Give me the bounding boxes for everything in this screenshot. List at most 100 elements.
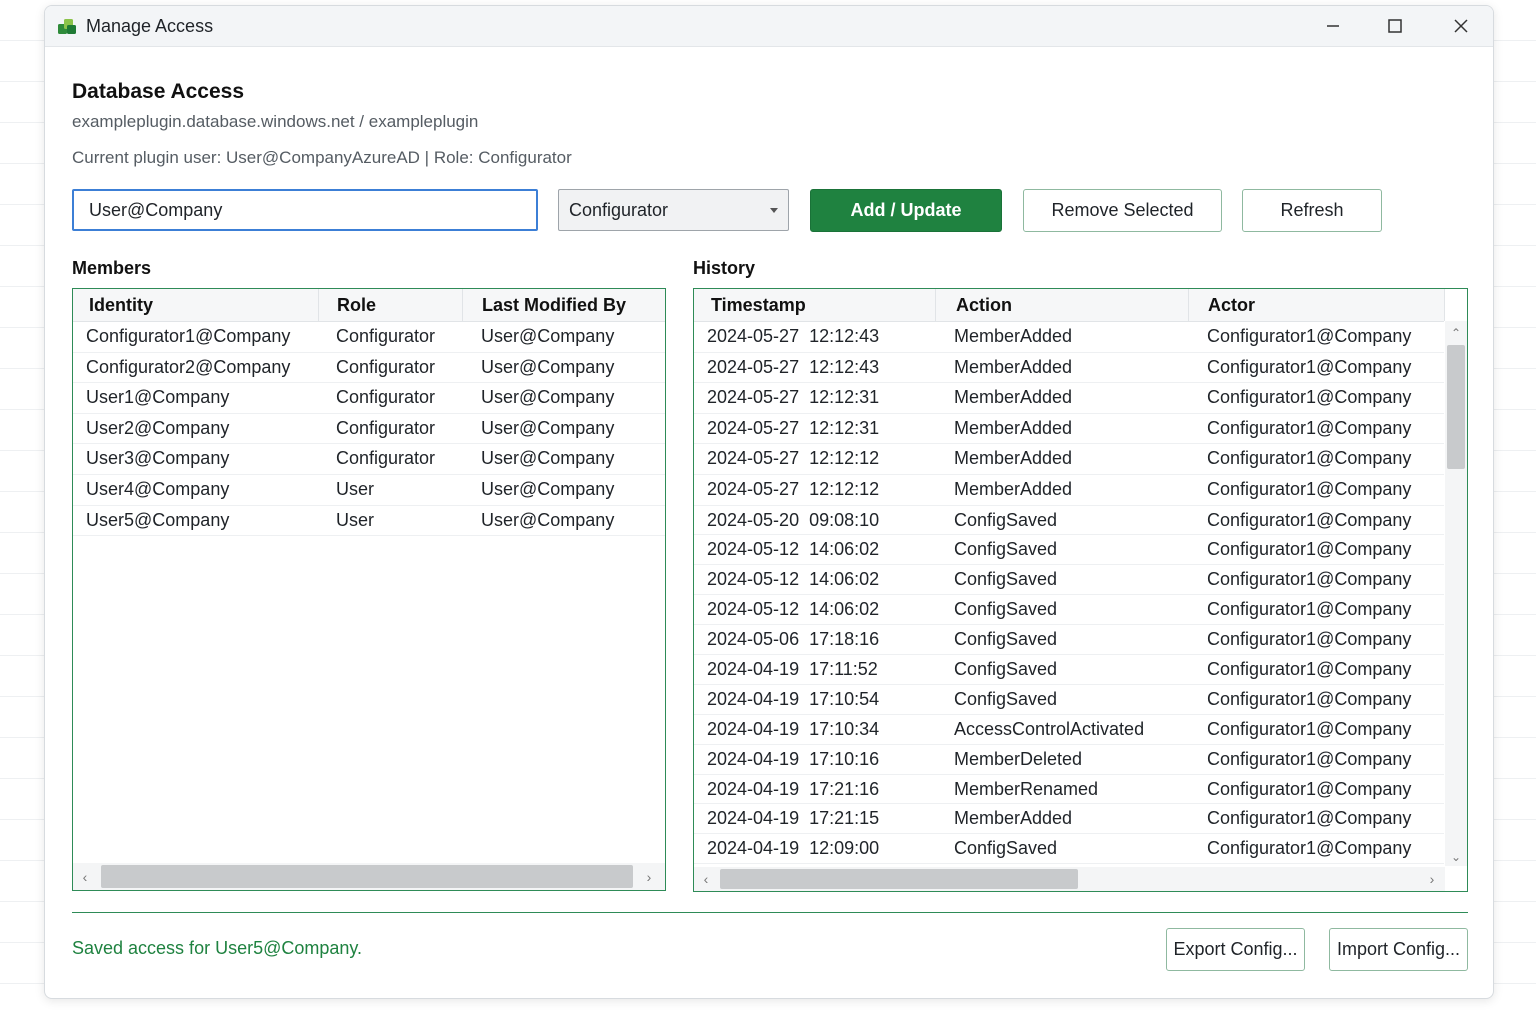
history-actor-cell: Configurator1@Company (1207, 448, 1412, 469)
minimize-button[interactable] (1303, 6, 1363, 46)
members-scroll-thumb[interactable] (101, 865, 633, 888)
member-identity-cell: Configurator1@Company (86, 326, 291, 346)
table-row[interactable]: User4@Company User User@Company (73, 475, 665, 506)
table-row[interactable]: 2024-05-12 14:06:02 ConfigSaved Configurat… (694, 565, 1444, 596)
manage-access-window: Manage Access Database Access exampleplu… (44, 5, 1494, 999)
table-row[interactable]: 2024-05-27 12:12:12 MemberAdded Configurat… (694, 444, 1444, 475)
history-timestamp-cell: 2024-04-19 17:21:15 (707, 808, 880, 829)
scroll-left-icon[interactable]: ‹ (75, 863, 95, 890)
maximize-icon (1388, 19, 1402, 33)
history-action-cell: MemberAdded (954, 356, 1073, 377)
role-select[interactable]: Configurator (558, 189, 789, 231)
member-identity-cell: User2@Company (86, 417, 230, 438)
table-row[interactable]: 2024-05-27 12:12:43 MemberAdded Configurat… (694, 353, 1444, 384)
history-action-cell: ConfigSaved (954, 539, 1058, 560)
members-horizontal-scrollbar[interactable]: ‹ › (73, 863, 665, 890)
scroll-up-icon[interactable]: ⌃ (1445, 323, 1467, 343)
table-row[interactable]: 2024-04-19 17:10:34 AccessControlActivate… (694, 715, 1444, 745)
table-row[interactable]: 2024-05-06 17:18:16 ConfigSaved Configurat… (694, 625, 1444, 656)
member-role-cell: Configurator (336, 356, 436, 377)
table-row[interactable]: Configurator2@Company Configurator User@Co… (73, 353, 665, 384)
history-action-cell: ConfigSaved (954, 629, 1058, 650)
history-actor-cell: Configurator1@Company (1207, 748, 1412, 769)
table-row[interactable]: 2024-04-19 17:10:54 ConfigSaved Configurat… (694, 685, 1444, 715)
history-action-cell: ConfigSaved (954, 688, 1058, 709)
history-timestamp-cell: 2024-04-19 17:10:34 (707, 718, 880, 739)
history-actor-cell: Configurator1@Company (1207, 478, 1412, 499)
history-timestamp-cell: 2024-05-12 14:06:02 (707, 599, 880, 620)
close-button[interactable] (1431, 6, 1491, 46)
table-row[interactable]: Configurator1@Company Configurator User@Co… (73, 322, 665, 353)
history-vertical-scrollbar[interactable]: ⌃ ⌄ (1445, 321, 1467, 866)
export-config-button[interactable]: Export Config... (1166, 928, 1305, 971)
history-timestamp-cell: 2024-04-19 17:11:52 (707, 659, 878, 680)
table-row[interactable]: 2024-04-19 17:11:52 ConfigSaved Configurat… (694, 655, 1444, 685)
members-col-role[interactable]: Role (319, 289, 462, 321)
table-row[interactable]: 2024-04-19 17:21:15 MemberAdded Configurat… (694, 804, 1444, 835)
history-hscroll-thumb[interactable] (720, 869, 1078, 889)
chevron-down-icon (770, 208, 778, 213)
history-action-cell: MemberAdded (954, 448, 1073, 469)
history-timestamp-cell: 2024-05-12 14:06:02 (707, 569, 880, 590)
table-row[interactable]: 2024-05-12 14:06:02 ConfigSaved Configurat… (694, 535, 1444, 566)
scroll-right-icon[interactable]: › (1422, 867, 1442, 891)
history-action-cell: MemberAdded (954, 326, 1073, 346)
table-row[interactable]: User5@Company User User@Company (73, 506, 665, 537)
history-col-action[interactable]: Action (936, 289, 1188, 321)
history-action-cell: ConfigSaved (954, 659, 1058, 680)
table-row[interactable]: 2024-05-27 12:12:43 MemberAdded Configurat… (694, 322, 1444, 353)
refresh-button[interactable]: Refresh (1242, 189, 1382, 232)
history-action-cell: MemberDeleted (954, 748, 1083, 769)
status-message: Saved access for User5@Company. (72, 938, 363, 958)
member-modified-by-cell: User@Company (481, 448, 615, 469)
member-identity-cell: User5@Company (86, 509, 230, 530)
member-modified-by-cell: User@Company (481, 326, 615, 346)
app-icon (58, 19, 76, 34)
close-icon (1454, 19, 1468, 33)
history-col-timestamp[interactable]: Timestamp (694, 289, 935, 321)
table-row[interactable]: 2024-04-19 17:21:16 MemberRenamed Configur… (694, 775, 1444, 805)
window-title: Manage Access (86, 16, 214, 36)
history-col-actor[interactable]: Actor (1189, 289, 1444, 321)
history-timestamp-cell: 2024-04-19 17:10:16 (707, 748, 880, 769)
history-timestamp-cell: 2024-05-27 12:12:12 (707, 478, 880, 499)
history-table[interactable]: Timestamp Action Actor 2024-05-27 12:12:… (693, 288, 1468, 892)
members-col-last-modified[interactable]: Last Modified By (463, 289, 663, 321)
members-col-identity[interactable]: Identity (73, 289, 318, 321)
table-row[interactable]: 2024-05-12 14:06:02 ConfigSaved Configurat… (694, 595, 1444, 626)
member-role-cell: Configurator (336, 326, 436, 346)
member-identity-cell: User4@Company (86, 478, 230, 499)
table-row[interactable]: 2024-05-20 09:08:10 ConfigSaved Configurat… (694, 506, 1444, 536)
maximize-button[interactable] (1365, 6, 1425, 46)
table-row[interactable]: 2024-04-19 17:10:16 MemberDeleted Configur… (694, 745, 1444, 775)
scroll-left-icon[interactable]: ‹ (696, 867, 716, 891)
table-row[interactable]: 2024-05-27 12:12:31 MemberAdded Configurat… (694, 414, 1444, 445)
history-timestamp-cell: 2024-05-27 12:12:31 (707, 387, 880, 408)
member-role-cell: Configurator (336, 387, 436, 408)
history-label: History (693, 258, 756, 278)
history-horizontal-scrollbar[interactable]: ‹ › (694, 867, 1445, 891)
history-actor-cell: Configurator1@Company (1207, 539, 1412, 560)
member-modified-by-cell: User@Company (481, 356, 615, 377)
table-row[interactable]: 2024-05-27 12:12:31 MemberAdded Configurat… (694, 383, 1444, 414)
scroll-right-icon[interactable]: › (639, 863, 659, 890)
history-vscroll-thumb[interactable] (1447, 345, 1465, 469)
history-actor-cell: Configurator1@Company (1207, 659, 1412, 680)
table-row[interactable]: User3@Company Configurator User@Company (73, 444, 665, 475)
scroll-down-icon[interactable]: ⌄ (1445, 847, 1467, 867)
remove-selected-button[interactable]: Remove Selected (1023, 189, 1222, 232)
history-actor-cell: Configurator1@Company (1207, 629, 1412, 650)
history-actor-cell: Configurator1@Company (1207, 838, 1412, 859)
members-table[interactable]: Identity Role Last Modified By Configura… (72, 288, 666, 891)
add-update-button[interactable]: Add / Update (810, 189, 1002, 232)
footer-divider (72, 912, 1468, 913)
table-row[interactable]: User1@Company Configurator User@Company (73, 383, 665, 414)
member-role-cell: Configurator (336, 417, 436, 438)
table-row[interactable]: User2@Company Configurator User@Company (73, 414, 665, 445)
table-row[interactable]: 2024-05-27 12:12:12 MemberAdded Configurat… (694, 475, 1444, 506)
history-action-cell: MemberAdded (954, 478, 1073, 499)
import-config-button[interactable]: Import Config... (1329, 928, 1468, 971)
history-timestamp-cell: 2024-05-12 14:06:02 (707, 539, 880, 560)
identity-input[interactable] (72, 189, 538, 231)
table-row[interactable]: 2024-04-19 12:09:00 ConfigSaved Configurat… (694, 834, 1444, 865)
